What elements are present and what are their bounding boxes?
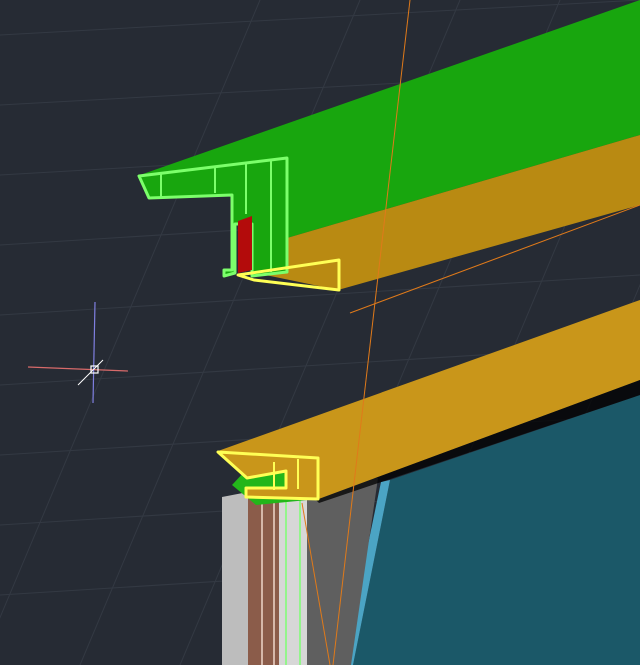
3d-scene[interactable] — [0, 0, 640, 665]
crosshair-cursor-icon — [27, 301, 129, 404]
frame-post[interactable] — [222, 478, 378, 665]
cad-viewport[interactable] — [0, 0, 640, 665]
upper-beam[interactable] — [140, 0, 640, 290]
lower-profile-section[interactable] — [216, 450, 320, 501]
